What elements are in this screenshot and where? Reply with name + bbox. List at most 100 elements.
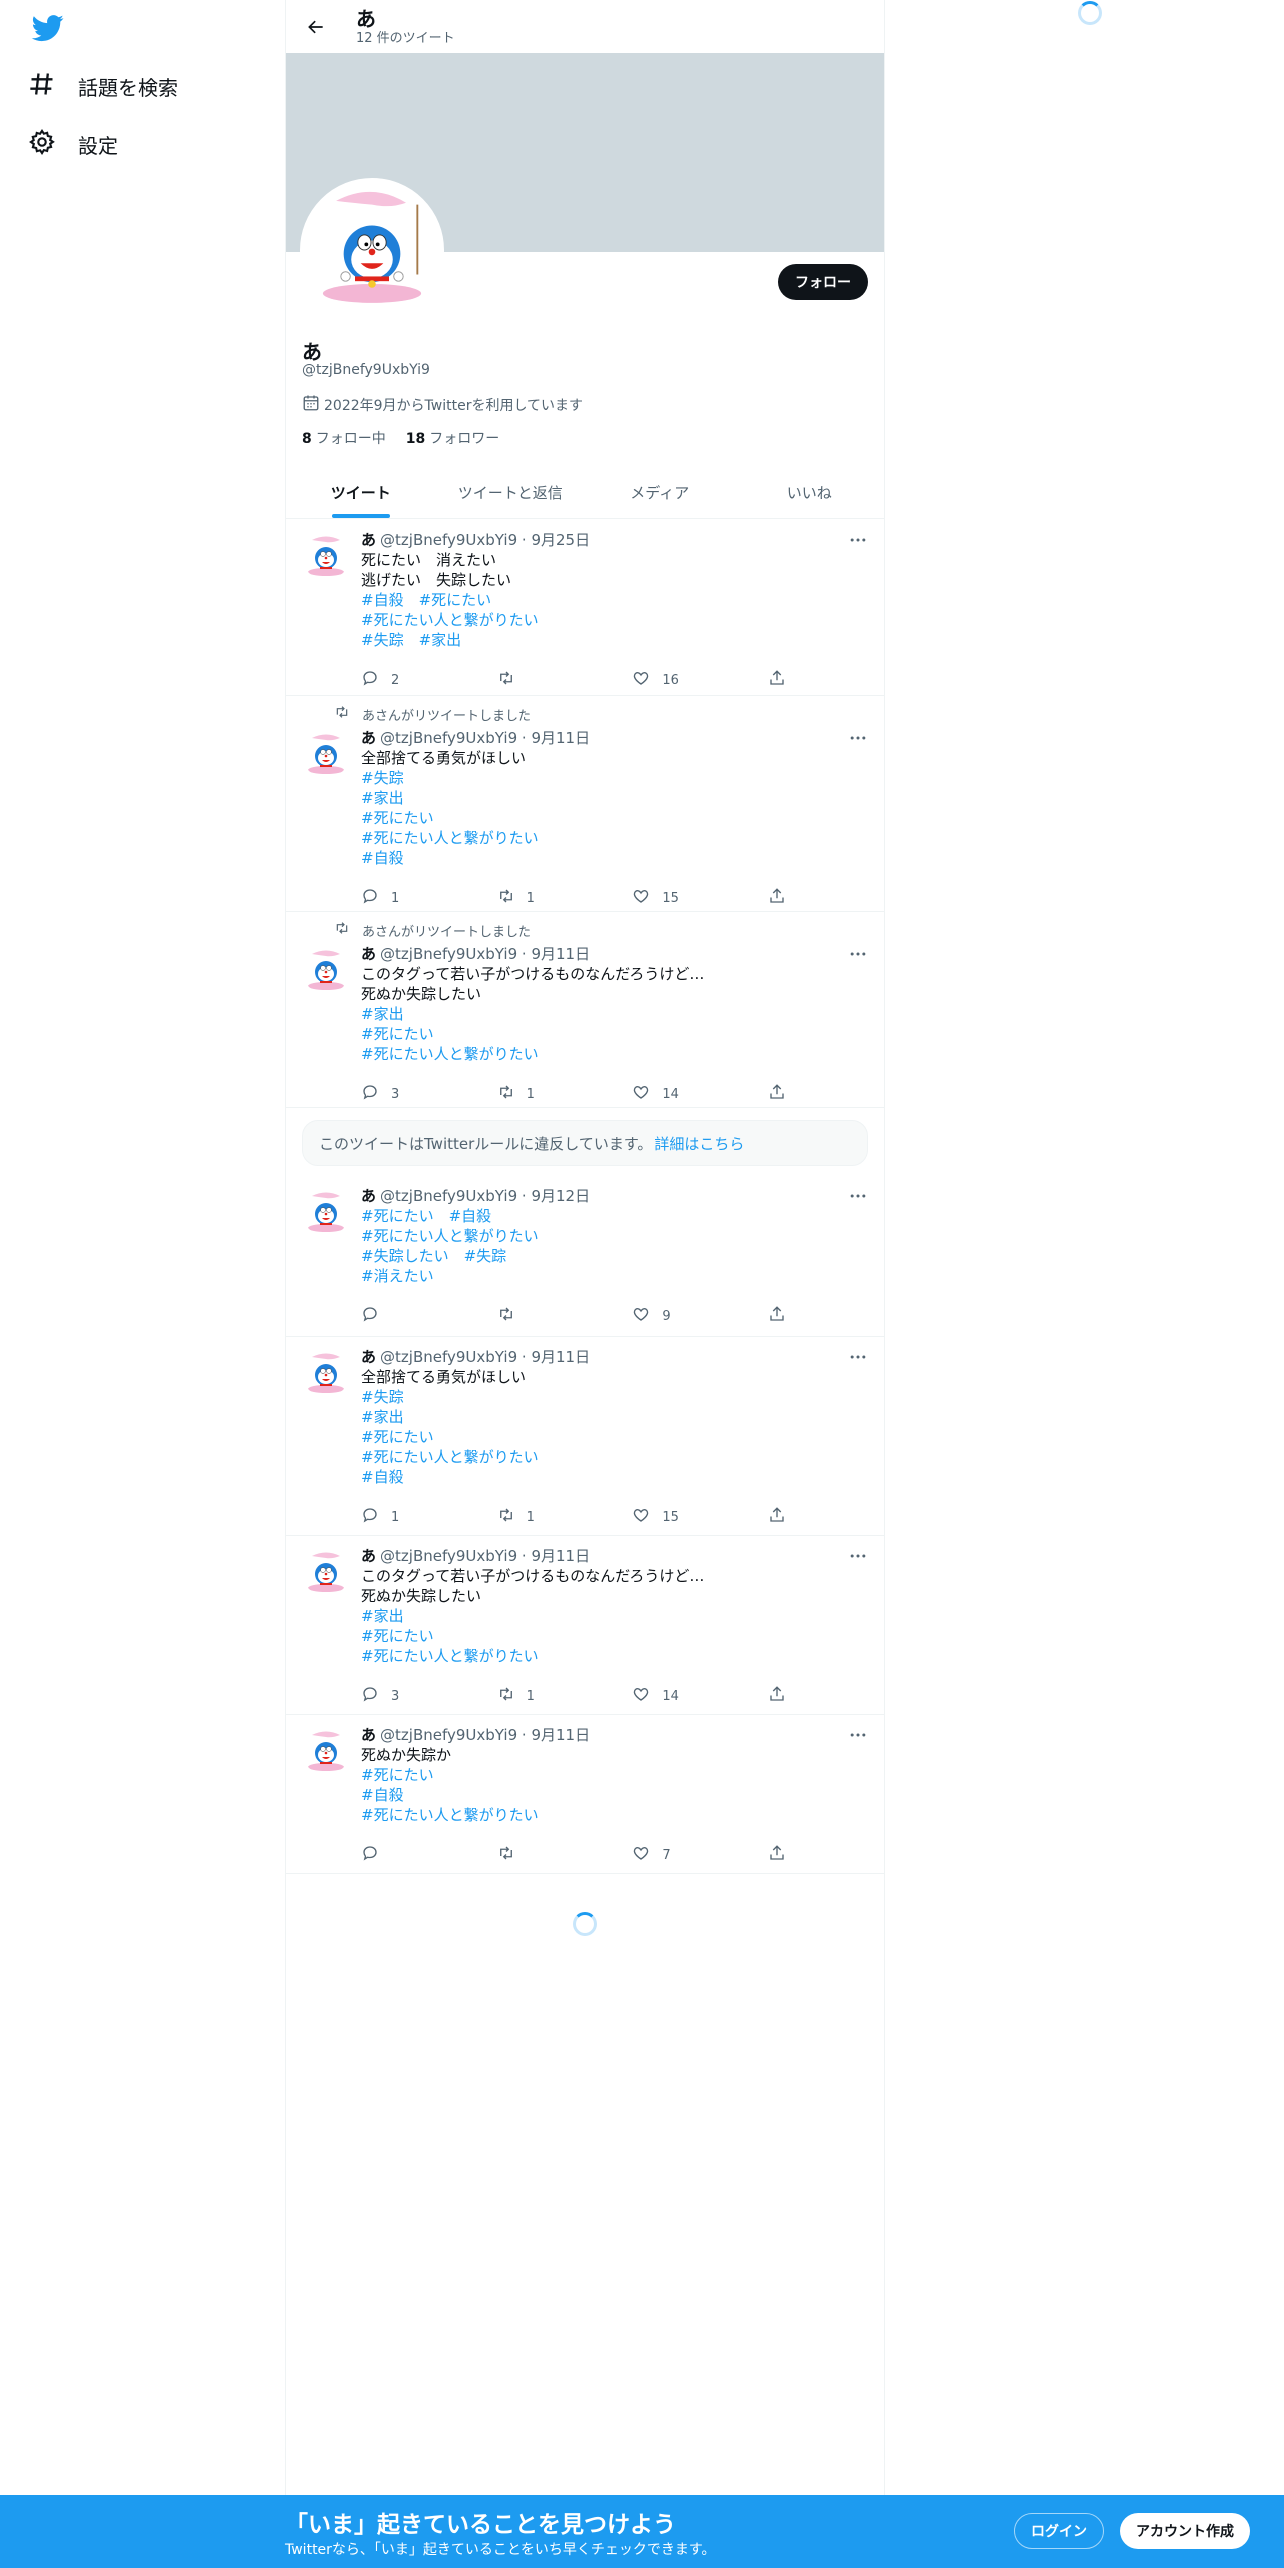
tweet[interactable]: あさんがリツイートしましたあ @tzjBnefy9UxbYi9 · 9月11日 全部… <box>286 696 884 912</box>
following-link[interactable]: 8 フォロー中 <box>302 428 386 448</box>
hashtag-line[interactable]: #家出 <box>361 1606 868 1626</box>
reply-button[interactable]: 3 <box>361 1686 451 1706</box>
hashtag-line[interactable]: #死にたい人と繋がりたい <box>361 1646 868 1666</box>
share-button[interactable] <box>768 1507 786 1527</box>
retweet-button[interactable]: 1 <box>497 1686 587 1706</box>
tab-tweets[interactable]: ツイート <box>286 466 436 518</box>
tweet-author-name[interactable]: あ <box>361 531 376 549</box>
tweet-author-handle[interactable]: @tzjBnefy9UxbYi9 <box>380 945 517 963</box>
tweet-date[interactable]: 9月11日 <box>531 729 590 747</box>
like-button[interactable]: 14 <box>632 1084 722 1104</box>
tweet-avatar[interactable] <box>302 1548 350 1596</box>
hashtag-line[interactable]: #自殺 <box>361 1785 868 1805</box>
tab-tweets-and-replies[interactable]: ツイートと返信 <box>436 466 586 518</box>
reply-button[interactable]: 1 <box>361 888 451 908</box>
tweet-author-name[interactable]: あ <box>361 1547 376 1565</box>
hashtag-line[interactable]: #失踪 <box>361 768 868 788</box>
tweet-date[interactable]: 9月25日 <box>531 531 590 549</box>
tab-likes[interactable]: いいね <box>735 466 885 518</box>
share-button[interactable] <box>768 1084 786 1104</box>
more-options-icon[interactable] <box>848 1186 868 1206</box>
hashtag-line[interactable]: #死にたい人と繋がりたい <box>361 1805 868 1825</box>
signup-button[interactable]: アカウント作成 <box>1120 2513 1250 2549</box>
retweet-button[interactable] <box>497 1306 587 1326</box>
hashtag-line[interactable]: #消えたい <box>361 1266 868 1286</box>
like-button[interactable]: 16 <box>632 670 722 690</box>
share-button[interactable] <box>768 1306 786 1326</box>
more-options-icon[interactable] <box>848 1725 868 1745</box>
share-button[interactable] <box>768 1845 786 1865</box>
tab-media[interactable]: メディア <box>585 466 735 518</box>
tweet-avatar[interactable] <box>302 1188 350 1236</box>
profile-avatar[interactable] <box>300 178 444 322</box>
tweet-author-name[interactable]: あ <box>361 1348 376 1366</box>
tweet[interactable]: あ @tzjBnefy9UxbYi9 · 9月25日 死にたい 消えたい 逃げたい 失… <box>286 520 884 696</box>
reply-button[interactable]: 2 <box>361 670 451 690</box>
tweet-avatar[interactable] <box>302 946 350 994</box>
hashtag-line[interactable]: #死にたい <box>361 1024 868 1044</box>
hashtag-line[interactable]: #死にたい <box>361 1427 868 1447</box>
hashtag-line[interactable]: #死にたい人と繋がりたい <box>361 1447 868 1467</box>
hashtag-line[interactable]: #家出 <box>361 788 868 808</box>
twitter-logo-icon[interactable] <box>30 12 66 44</box>
hashtag-line[interactable]: #死にたい人と繋がりたい <box>361 1226 868 1246</box>
tweet-author-handle[interactable]: @tzjBnefy9UxbYi9 <box>380 1187 517 1205</box>
tweet-author-name[interactable]: あ <box>361 729 376 747</box>
follow-button[interactable]: フォロー <box>778 264 868 300</box>
violation-details-link[interactable]: 詳細はこちら <box>654 1133 744 1154</box>
tweet-avatar[interactable] <box>302 1349 350 1397</box>
hashtag-line[interactable]: #家出 <box>361 1004 868 1024</box>
more-options-icon[interactable] <box>848 530 868 550</box>
hashtag-line[interactable]: #死にたい <box>361 1626 868 1646</box>
more-options-icon[interactable] <box>848 1347 868 1367</box>
like-button[interactable]: 15 <box>632 888 722 908</box>
tweet[interactable]: あさんがリツイートしましたあ @tzjBnefy9UxbYi9 · 9月11日 この… <box>286 912 884 1108</box>
more-options-icon[interactable] <box>848 1546 868 1566</box>
tweet-avatar[interactable] <box>302 1727 350 1775</box>
tweet-author-name[interactable]: あ <box>361 945 376 963</box>
reply-button[interactable] <box>361 1306 451 1326</box>
nav-explore[interactable]: 話題を検索 <box>28 60 178 112</box>
share-button[interactable] <box>768 1686 786 1706</box>
tweet-date[interactable]: 9月11日 <box>531 945 590 963</box>
hashtag-line[interactable]: #死にたい人と繋がりたい <box>361 828 868 848</box>
more-options-icon[interactable] <box>848 944 868 964</box>
tweet-author-handle[interactable]: @tzjBnefy9UxbYi9 <box>380 1726 517 1744</box>
share-button[interactable] <box>768 670 786 690</box>
hashtag-line[interactable]: #死にたい <box>361 1765 868 1785</box>
reply-button[interactable]: 3 <box>361 1084 451 1104</box>
tweet[interactable]: あ @tzjBnefy9UxbYi9 · 9月11日 このタグって若い子がつけるもの… <box>286 1536 884 1715</box>
reply-button[interactable] <box>361 1845 451 1865</box>
tweet-author-handle[interactable]: @tzjBnefy9UxbYi9 <box>380 729 517 747</box>
followers-link[interactable]: 18 フォロワー <box>406 428 499 448</box>
tweet-date[interactable]: 9月11日 <box>531 1547 590 1565</box>
nav-settings[interactable]: 設定 <box>28 118 118 170</box>
tweet-author-handle[interactable]: @tzjBnefy9UxbYi9 <box>380 1348 517 1366</box>
tweet[interactable]: あ @tzjBnefy9UxbYi9 · 9月11日 全部捨てる勇気がほしい #失踪 #… <box>286 1337 884 1536</box>
hashtag-line[interactable]: #家出 <box>361 1407 868 1427</box>
more-options-icon[interactable] <box>848 728 868 748</box>
reply-button[interactable]: 1 <box>361 1507 451 1527</box>
tweet-author-name[interactable]: あ <box>361 1187 376 1205</box>
hashtag-line[interactable]: #自殺 #死にたい <box>361 590 868 610</box>
like-button[interactable]: 7 <box>632 1845 722 1865</box>
tweet[interactable]: あ @tzjBnefy9UxbYi9 · 9月12日 #死にたい #自殺 #死にたい人… <box>286 1176 884 1337</box>
like-button[interactable]: 9 <box>632 1306 722 1326</box>
hashtag-line[interactable]: #失踪 <box>361 1387 868 1407</box>
tweet-date[interactable]: 9月11日 <box>531 1726 590 1744</box>
share-button[interactable] <box>768 888 786 908</box>
hashtag-line[interactable]: #死にたい人と繋がりたい <box>361 1044 868 1064</box>
hashtag-line[interactable]: #失踪したい #失踪 <box>361 1246 868 1266</box>
like-button[interactable]: 14 <box>632 1686 722 1706</box>
tweet-author-handle[interactable]: @tzjBnefy9UxbYi9 <box>380 1547 517 1565</box>
tweet-author-handle[interactable]: @tzjBnefy9UxbYi9 <box>380 531 517 549</box>
tweet-date[interactable]: 9月12日 <box>531 1187 590 1205</box>
login-button[interactable]: ログイン <box>1014 2513 1104 2549</box>
hashtag-line[interactable]: #死にたい <box>361 808 868 828</box>
retweet-button[interactable]: 1 <box>497 1084 587 1104</box>
hashtag-line[interactable]: #自殺 <box>361 848 868 868</box>
hashtag-line[interactable]: #死にたい #自殺 <box>361 1206 868 1226</box>
tweet[interactable]: あ @tzjBnefy9UxbYi9 · 9月11日 死ぬか失踪か #死にたい #自殺 #… <box>286 1715 884 1874</box>
hashtag-line[interactable]: #自殺 <box>361 1467 868 1487</box>
back-button[interactable] <box>298 9 334 45</box>
